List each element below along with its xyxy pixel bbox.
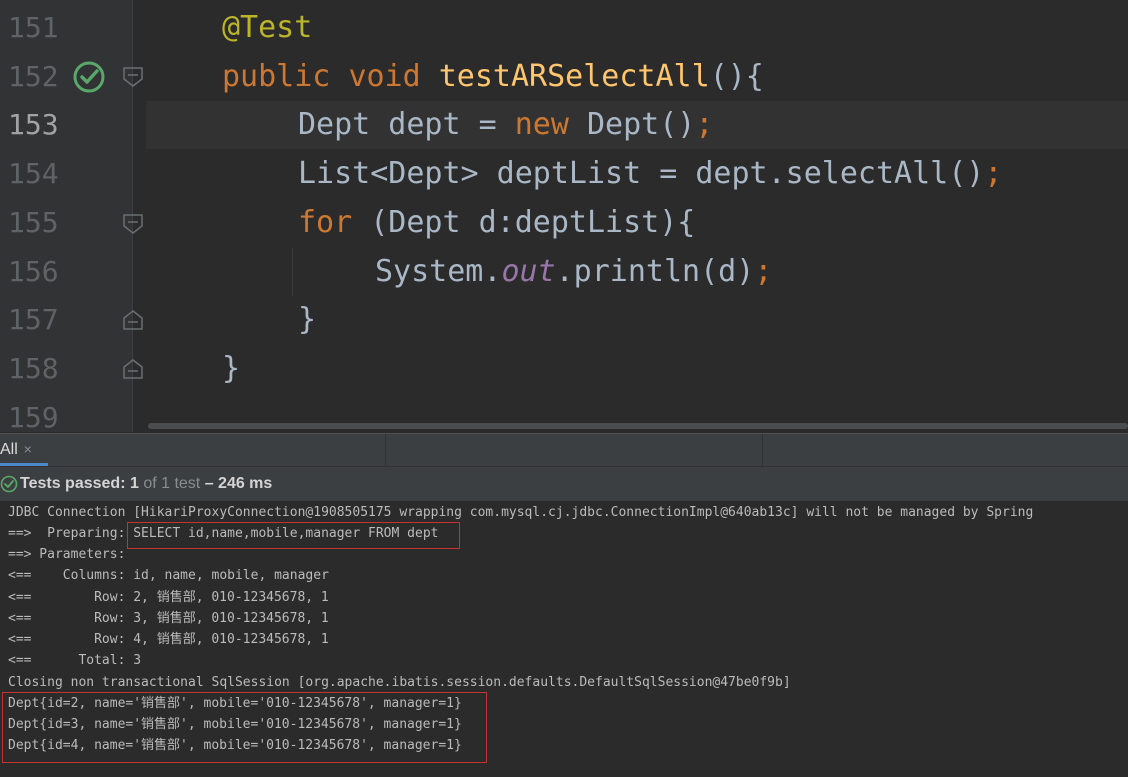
tests-total: of 1 test (138, 475, 201, 492)
result-highlight-box (2, 692, 487, 763)
tab-divider (385, 434, 386, 466)
code-line-154: List<Dept> deptList = dept.selectAll(); (298, 150, 1002, 198)
line-number-current: 153 (8, 108, 59, 141)
code-editor[interactable]: 151 152 153 154 155 156 157 158 159 @Tes… (0, 0, 1128, 432)
run-tool-window-tabs: All × (0, 433, 1128, 466)
tab-label: All (0, 441, 18, 458)
code-token: System. (375, 254, 502, 289)
semicolon-token: ; (754, 254, 773, 289)
fold-end-icon[interactable] (122, 358, 144, 380)
keyword-token: new (514, 107, 569, 142)
console-line: <== Row: 2, 销售部, 010-12345678, 1 (8, 590, 329, 605)
line-number: 158 (8, 352, 59, 385)
line-number: 156 (8, 255, 59, 288)
console-line: <== Row: 4, 销售部, 010-12345678, 1 (8, 632, 329, 647)
tab-divider (762, 434, 763, 466)
line-number: 159 (8, 401, 59, 432)
code-line-152: public void testARSelectAll(){ (222, 53, 764, 101)
code-token: } (222, 351, 241, 386)
sql-highlight-box (127, 522, 460, 549)
code-line-158: } (222, 345, 240, 393)
line-number: 151 (8, 11, 59, 44)
code-token: .println(d) (555, 254, 755, 289)
annotation-token: @Test (222, 10, 313, 45)
static-field-token: out (501, 254, 556, 289)
line-number: 155 (8, 206, 59, 239)
code-token: (){ (709, 59, 764, 94)
keyword-token: public (222, 59, 331, 94)
console-line: <== Row: 3, 销售部, 010-12345678, 1 (8, 611, 329, 626)
code-line-153: Dept dept = new Dept(); (298, 101, 713, 149)
test-status-text: Tests passed: 1 of 1 test – 246 ms (20, 467, 272, 501)
semicolon-token: ; (984, 156, 1003, 191)
test-duration: – 246 ms (200, 475, 273, 492)
code-line-157: } (298, 296, 316, 344)
tab-all[interactable]: All × (0, 434, 48, 466)
close-icon[interactable]: × (24, 441, 32, 457)
code-line-155: for (Dept d:deptList){ (298, 199, 695, 247)
semicolon-token: ; (695, 107, 714, 142)
test-passed-check-icon[interactable] (72, 60, 106, 94)
console-line: <== Columns: id, name, mobile, manager (8, 568, 329, 583)
console-output[interactable]: JDBC Connection [HikariProxyConnection@1… (0, 501, 1128, 777)
keyword-token: void (348, 59, 421, 94)
console-line: <== Total: 3 (8, 653, 142, 668)
method-name-token: testARSelectAll (438, 59, 710, 94)
tests-passed-label: Tests passed: (20, 475, 130, 492)
code-token: } (298, 302, 317, 337)
fold-collapse-icon[interactable] (122, 213, 144, 235)
console-line: JDBC Connection [HikariProxyConnection@1… (8, 505, 1034, 520)
line-number: 157 (8, 303, 59, 336)
console-line: Closing non transactional SqlSession [or… (8, 675, 791, 690)
check-circle-icon (0, 475, 18, 493)
code-token: Dept() (568, 107, 696, 142)
console-line: ==> Parameters: (8, 547, 134, 562)
test-status-bar: Tests passed: 1 of 1 test – 246 ms (0, 466, 1128, 502)
code-token: List<Dept> deptList = dept.selectAll() (298, 156, 985, 191)
code-token: Dept dept = (298, 107, 515, 142)
tests-passed-count: 1 (129, 475, 139, 492)
code-line-151: @Test (222, 4, 312, 52)
keyword-token: for (298, 205, 353, 240)
code-token: (Dept d:deptList){ (352, 205, 696, 240)
line-number: 154 (8, 157, 59, 190)
horizontal-scrollbar[interactable] (148, 423, 1128, 429)
line-number: 152 (8, 60, 59, 93)
fold-collapse-icon[interactable] (122, 66, 144, 88)
indent-guide (292, 248, 293, 296)
fold-end-icon[interactable] (122, 309, 144, 331)
code-line-156: System.out.println(d); (375, 248, 772, 296)
